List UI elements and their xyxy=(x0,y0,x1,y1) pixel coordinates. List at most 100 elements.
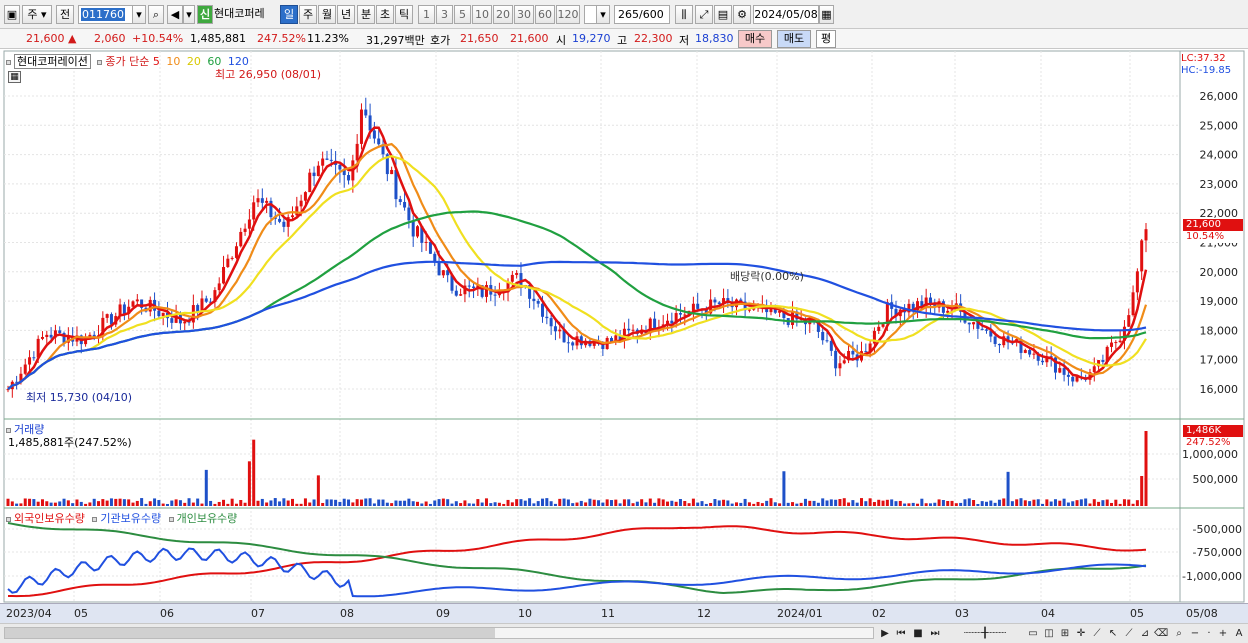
speaker-dropdown-icon[interactable]: ▾ xyxy=(183,5,195,24)
current-price-tag: 21,600 xyxy=(1183,219,1243,231)
cursor-icon[interactable]: ↖ xyxy=(1106,628,1120,640)
period-tab-week[interactable]: 주 xyxy=(299,5,317,24)
candle-body xyxy=(631,329,635,331)
date-label: 2023/04 xyxy=(6,607,52,620)
zoom-out-icon[interactable]: − xyxy=(1188,628,1202,640)
candle-body xyxy=(398,199,402,202)
candle-body xyxy=(1041,360,1045,363)
draw-tool-icon[interactable]: ⤢ xyxy=(695,5,713,24)
scroll-right-icon[interactable]: ▶ xyxy=(878,628,892,640)
interval-10[interactable]: 10 xyxy=(472,5,492,24)
layout-icon[interactable]: ▭ xyxy=(1026,628,1040,640)
gear-icon[interactable]: ⚙ xyxy=(733,5,751,24)
volume-bar xyxy=(1062,498,1066,506)
candle-body xyxy=(308,172,312,193)
sell-button[interactable]: 매도 xyxy=(777,30,811,48)
candle-body xyxy=(1140,240,1144,272)
interval-30[interactable]: 30 xyxy=(514,5,534,24)
volume-bar xyxy=(821,498,825,506)
date-input[interactable]: 2024/05/08 xyxy=(753,5,819,24)
date-label: 05 xyxy=(74,607,88,620)
interval-1[interactable]: 1 xyxy=(418,5,435,24)
candle-type-icon[interactable]: ⫼ xyxy=(675,5,693,24)
volume-bar xyxy=(424,501,428,506)
volume-bar xyxy=(1023,500,1027,506)
eraser-icon[interactable]: ⌫ xyxy=(1154,628,1168,640)
stock-code-input[interactable]: 011760 xyxy=(78,5,138,24)
candle-body xyxy=(32,357,36,359)
custom-interval-dropdown-icon[interactable]: ▾ xyxy=(596,5,610,24)
interval-120[interactable]: 120 xyxy=(556,5,580,24)
navigation-bar: ▶ ⏮ ■ ⏭ ┈┈┈╂┈┈┈ ▭ ◫ ⊞ ✛ ⟋ ↖ ⟋ ⊿ ⌫ ⌕ − · … xyxy=(0,623,1248,643)
interval-3[interactable]: 3 xyxy=(436,5,453,24)
stock-name-label[interactable]: 현대코퍼레이션 xyxy=(14,54,91,69)
bid-price: 21,600 xyxy=(510,32,549,45)
table-icon[interactable]: ⊞ xyxy=(1058,628,1072,640)
candle-body xyxy=(40,336,44,339)
interval-20[interactable]: 20 xyxy=(493,5,513,24)
volume-bar xyxy=(446,499,450,506)
speaker-icon[interactable]: ◀ xyxy=(167,5,183,24)
chart-menu-icon[interactable]: ▣ xyxy=(4,5,20,24)
period-tab-day[interactable]: 일 xyxy=(280,5,298,24)
volume-bar xyxy=(666,501,670,506)
count-input[interactable]: 265/600 xyxy=(614,5,670,24)
measure-icon[interactable]: ⊿ xyxy=(1138,628,1152,640)
volume-bar xyxy=(71,503,75,506)
buy-button[interactable]: 매수 xyxy=(738,30,772,48)
volume-bar xyxy=(541,498,545,506)
period-tab-tick[interactable]: 틱 xyxy=(395,5,413,24)
calendar-icon[interactable]: ▦ xyxy=(819,5,834,24)
volume-value-label: 1,485,881주(247.52%) xyxy=(8,436,132,449)
save-icon[interactable]: ▤ xyxy=(714,5,732,24)
crosshair-icon[interactable]: ✛ xyxy=(1074,628,1088,640)
first-page-icon[interactable]: ⏮ xyxy=(894,628,908,640)
candle-body xyxy=(834,350,838,369)
period-tab-second[interactable]: 초 xyxy=(376,5,394,24)
volume-bar xyxy=(885,499,889,506)
candle-body xyxy=(234,246,238,258)
scrollbar[interactable] xyxy=(4,627,874,639)
volume-bar xyxy=(851,500,855,506)
volume-bar xyxy=(1114,499,1118,506)
candle-body xyxy=(131,301,135,307)
volume-bar xyxy=(101,499,105,506)
zoom-slider[interactable]: ┈┈┈╂┈┈┈ xyxy=(950,628,1020,640)
table-view-icon[interactable]: ▦ xyxy=(8,71,21,83)
date-label: 05 xyxy=(1130,607,1144,620)
zoom-reset-icon[interactable]: · xyxy=(1202,628,1216,640)
volume-bar xyxy=(864,501,868,506)
volume-bar xyxy=(489,503,493,506)
scrollbar-thumb[interactable] xyxy=(5,628,495,638)
search-icon[interactable]: ⌕ xyxy=(148,5,164,24)
stop-icon[interactable]: ■ xyxy=(911,628,925,640)
market-select[interactable]: 주 ▾ xyxy=(22,5,52,24)
period-tab-minute[interactable]: 분 xyxy=(357,5,375,24)
candle-body xyxy=(519,273,523,286)
volume-bar xyxy=(795,503,799,506)
zoom-in-icon[interactable]: + xyxy=(1216,628,1230,640)
magnifier-icon[interactable]: ⌕ xyxy=(1172,628,1186,640)
interval-60[interactable]: 60 xyxy=(535,5,555,24)
code-dropdown-icon[interactable]: ▾ xyxy=(132,5,146,24)
font-size-icon[interactable]: A xyxy=(1232,628,1246,640)
last-page-icon[interactable]: ⏭ xyxy=(928,628,942,640)
trend-line-icon[interactable]: ⟋ xyxy=(1090,628,1104,640)
volume-bar xyxy=(97,501,101,506)
candle-body xyxy=(282,221,286,227)
draw-icon[interactable]: ⟋ xyxy=(1122,628,1136,640)
layout-split-icon[interactable]: ◫ xyxy=(1042,628,1056,640)
prefix-button[interactable]: 전 xyxy=(56,5,74,24)
volume-bar xyxy=(717,500,721,506)
volume-bar xyxy=(890,499,894,506)
volume-bar xyxy=(187,498,191,506)
period-tab-month[interactable]: 월 xyxy=(318,5,336,24)
average-button[interactable]: 평 xyxy=(816,30,836,48)
period-tab-year[interactable]: 년 xyxy=(337,5,355,24)
volume-bar xyxy=(756,501,760,506)
volume-bar xyxy=(803,498,807,506)
interval-5[interactable]: 5 xyxy=(454,5,471,24)
low-price: 18,830 xyxy=(695,32,734,45)
volume-bar xyxy=(109,498,113,506)
volume-bar xyxy=(1002,498,1006,506)
